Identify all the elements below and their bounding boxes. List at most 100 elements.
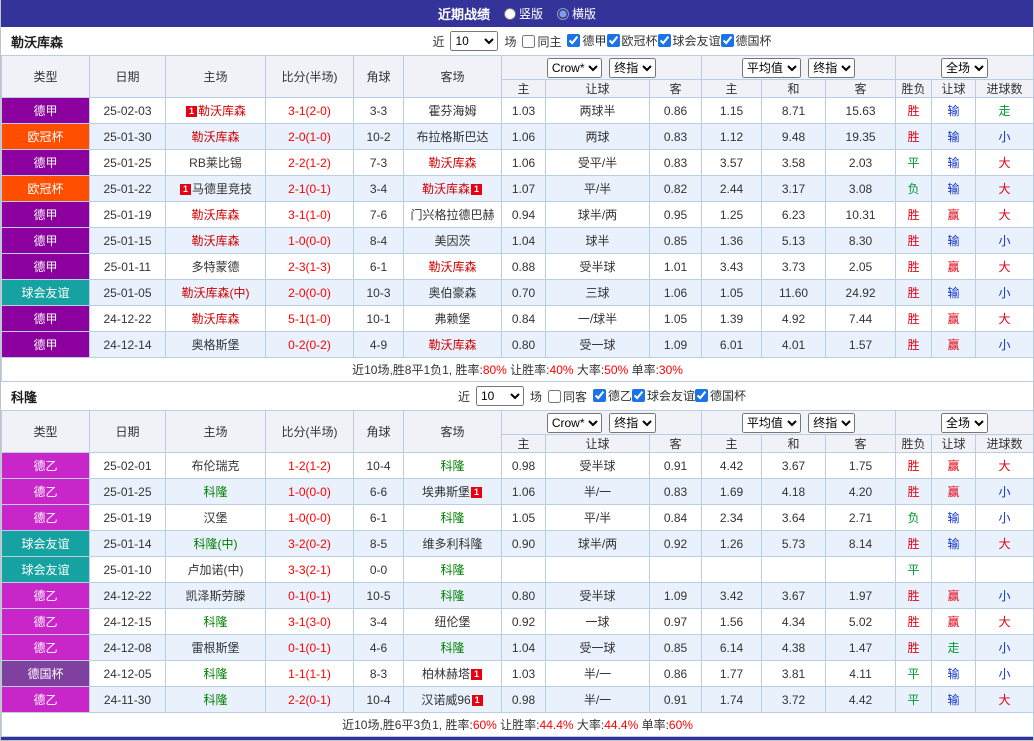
league-checkbox[interactable] <box>632 389 645 402</box>
horizontal-layout-radio[interactable] <box>557 8 569 20</box>
col-avg-home: 主 <box>702 435 762 453</box>
layout-option-vertical[interactable]: 竖版 <box>504 5 543 22</box>
match-score: 0-1(0-1) <box>266 635 354 661</box>
league-filter[interactable]: 球会友谊 <box>632 387 695 404</box>
average-select[interactable]: 平均值 <box>742 58 801 78</box>
league-checkbox[interactable] <box>567 34 580 47</box>
team-link[interactable]: 多特蒙德 <box>191 260 239 274</box>
team-link[interactable]: 布伦瑞克 <box>191 459 239 473</box>
league-filter[interactable]: 德甲 <box>567 32 606 49</box>
vertical-layout-radio[interactable] <box>504 8 516 20</box>
team-link[interactable]: 凯泽斯劳滕 <box>185 589 245 603</box>
same-venue-filter[interactable]: 同主 <box>522 33 561 50</box>
team-link[interactable]: 科隆 <box>203 667 227 681</box>
team-link[interactable]: 科隆 <box>440 641 464 655</box>
team-link[interactable]: 勒沃库森 <box>191 312 239 326</box>
team-link[interactable]: 勒沃库森 <box>422 182 470 196</box>
league-checkbox[interactable] <box>695 389 708 402</box>
team-link[interactable]: 弗赖堡 <box>434 312 470 326</box>
match-row: 欧冠杯25-01-221马德里竞技2-1(0-1)3-4勒沃库森11.07平/半… <box>2 176 1034 202</box>
avg-odds-away: 1.97 <box>826 583 896 609</box>
team-link[interactable]: 科隆 <box>440 589 464 603</box>
average-select[interactable]: 平均值 <box>742 413 801 433</box>
handicap-odds-away: 1.09 <box>650 583 702 609</box>
team-link[interactable]: 奥伯豪森 <box>428 286 476 300</box>
bookmaker-select[interactable]: Crow* <box>547 58 602 78</box>
team-link[interactable]: 勒沃库森 <box>428 156 476 170</box>
bookmaker-select[interactable]: Crow* <box>547 413 602 433</box>
team-link[interactable]: 霍芬海姆 <box>428 104 476 118</box>
league-filter[interactable]: 德国杯 <box>695 387 746 404</box>
handicap-stage-select[interactable]: 终指 <box>609 58 656 78</box>
league-filter[interactable]: 球会友谊 <box>658 32 721 49</box>
team-link[interactable]: 汉诺威96 <box>421 693 470 707</box>
layout-option-horizontal[interactable]: 横版 <box>557 5 596 22</box>
team-link[interactable]: 科隆 <box>203 693 227 707</box>
team-link[interactable]: 科隆 <box>203 485 227 499</box>
avg-odds-home: 4.42 <box>702 453 762 479</box>
team-link[interactable]: 科隆(中) <box>194 537 238 551</box>
team-link[interactable]: 马德里竞技 <box>192 182 252 196</box>
avg-odds-home: 1.36 <box>702 228 762 254</box>
league-type-cell: 德乙 <box>2 687 90 713</box>
avg-odds-away <box>826 557 896 583</box>
team-link[interactable]: 汉堡 <box>203 511 227 525</box>
team-link[interactable]: RB莱比锡 <box>189 156 242 170</box>
team-link[interactable]: 勒沃库森(中) <box>182 286 250 300</box>
handicap-odds-line: 球半/两 <box>546 531 650 557</box>
team-link[interactable]: 科隆 <box>440 511 464 525</box>
result-goals: 大 <box>976 202 1034 228</box>
avg-odds-home: 1.26 <box>702 531 762 557</box>
team-bar: 科隆 近 10 场 同客 德乙球会友谊德国杯 <box>1 382 1033 410</box>
scope-select[interactable]: 全场 <box>941 58 988 78</box>
team-link[interactable]: 勒沃库森 <box>428 338 476 352</box>
same-venue-checkbox[interactable] <box>548 390 561 403</box>
league-checkbox[interactable] <box>593 389 606 402</box>
home-team-cell: 科隆 <box>166 687 266 713</box>
same-venue-filter[interactable]: 同客 <box>548 388 587 405</box>
match-count-select[interactable]: 10 <box>476 386 524 406</box>
team-link[interactable]: 勒沃库森 <box>198 104 246 118</box>
result-outcome: 平 <box>896 557 932 583</box>
team-link[interactable]: 维多利科隆 <box>422 537 482 551</box>
league-checkbox[interactable] <box>721 34 734 47</box>
team-link[interactable]: 科隆 <box>440 459 464 473</box>
league-filter[interactable]: 欧冠杯 <box>607 32 658 49</box>
league-filter[interactable]: 德乙 <box>593 387 632 404</box>
team-link[interactable]: 纽伦堡 <box>434 615 470 629</box>
team-link[interactable]: 勒沃库森 <box>428 260 476 274</box>
team-link[interactable]: 卢加诺(中) <box>188 563 244 577</box>
col-result: 胜负 <box>896 80 932 98</box>
average-stage-select[interactable]: 终指 <box>808 413 855 433</box>
handicap-odds-away: 1.09 <box>650 332 702 358</box>
avg-odds-draw: 4.92 <box>762 306 826 332</box>
team-link[interactable]: 勒沃库森 <box>191 130 239 144</box>
result-handicap <box>932 557 976 583</box>
team-link[interactable]: 柏林赫塔 <box>422 667 470 681</box>
team-link[interactable]: 勒沃库森 <box>191 208 239 222</box>
team-link[interactable]: 科隆 <box>440 563 464 577</box>
team-link[interactable]: 布拉格斯巴达 <box>416 130 488 144</box>
league-type-cell: 德国杯 <box>2 661 90 687</box>
match-score: 3-3(2-1) <box>266 557 354 583</box>
average-stage-select[interactable]: 终指 <box>808 58 855 78</box>
team-link[interactable]: 雷根斯堡 <box>191 641 239 655</box>
result-goals: 大 <box>976 176 1034 202</box>
league-checkbox[interactable] <box>607 34 620 47</box>
team-link[interactable]: 埃弗斯堡 <box>422 485 470 499</box>
league-checkbox[interactable] <box>658 34 671 47</box>
match-count-select[interactable]: 10 <box>450 31 498 51</box>
result-outcome: 平 <box>896 150 932 176</box>
team-link[interactable]: 科隆 <box>203 615 227 629</box>
team-link[interactable]: 勒沃库森 <box>191 234 239 248</box>
result-goals: 大 <box>976 687 1034 713</box>
handicap-stage-select[interactable]: 终指 <box>609 413 656 433</box>
scope-select[interactable]: 全场 <box>941 413 988 433</box>
match-row: 德甲25-02-031勒沃库森3-1(2-0)3-3霍芬海姆1.03两球半0.8… <box>2 98 1034 124</box>
league-filter[interactable]: 德国杯 <box>721 32 772 49</box>
handicap-odds-home: 0.70 <box>502 280 546 306</box>
team-link[interactable]: 美因茨 <box>434 234 470 248</box>
team-link[interactable]: 门兴格拉德巴赫 <box>410 208 494 222</box>
same-venue-checkbox[interactable] <box>522 35 535 48</box>
team-link[interactable]: 奥格斯堡 <box>191 338 239 352</box>
